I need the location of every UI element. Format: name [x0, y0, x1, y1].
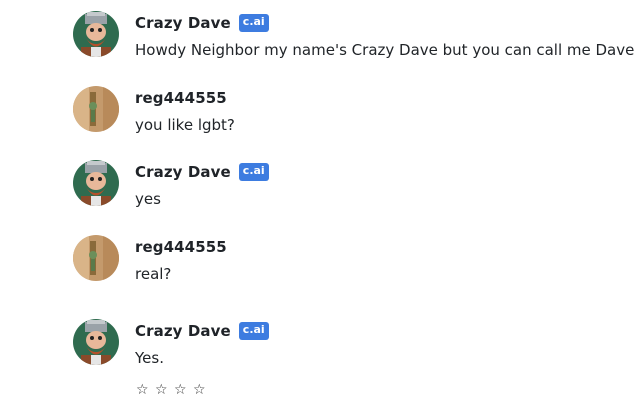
star-icon[interactable]: ☆	[136, 382, 150, 398]
message-text: you like lgbt?	[135, 116, 235, 134]
author-name[interactable]: reg444555	[135, 238, 227, 256]
user-avatar-icon[interactable]	[73, 235, 119, 281]
message-text: yes	[135, 190, 161, 208]
message-header: Crazy Dave c.ai	[135, 162, 269, 182]
crazy-dave-avatar-icon[interactable]	[73, 11, 119, 57]
star-icon[interactable]: ☆	[174, 382, 188, 398]
message-text: Howdy Neighbor my name's Crazy Dave but …	[135, 41, 635, 59]
rating-stars: ☆ ☆ ☆ ☆	[136, 382, 207, 398]
ai-badge: c.ai	[238, 322, 269, 340]
star-icon[interactable]: ☆	[155, 382, 169, 398]
author-name[interactable]: Crazy Dave	[135, 322, 231, 340]
ai-badge: c.ai	[238, 163, 269, 181]
message-header: Crazy Dave c.ai	[135, 321, 269, 341]
ai-badge: c.ai	[238, 14, 269, 32]
star-icon[interactable]: ☆	[193, 382, 207, 398]
author-name[interactable]: Crazy Dave	[135, 14, 231, 32]
message-text: real?	[135, 265, 172, 283]
message-header: Crazy Dave c.ai	[135, 13, 269, 33]
crazy-dave-avatar-icon[interactable]	[73, 160, 119, 206]
author-name[interactable]: reg444555	[135, 89, 227, 107]
user-avatar-icon[interactable]	[73, 86, 119, 132]
message-header: reg444555	[135, 88, 227, 108]
message-header: reg444555	[135, 237, 227, 257]
author-name[interactable]: Crazy Dave	[135, 163, 231, 181]
message-text: Yes.	[135, 349, 164, 367]
crazy-dave-avatar-icon[interactable]	[73, 319, 119, 365]
